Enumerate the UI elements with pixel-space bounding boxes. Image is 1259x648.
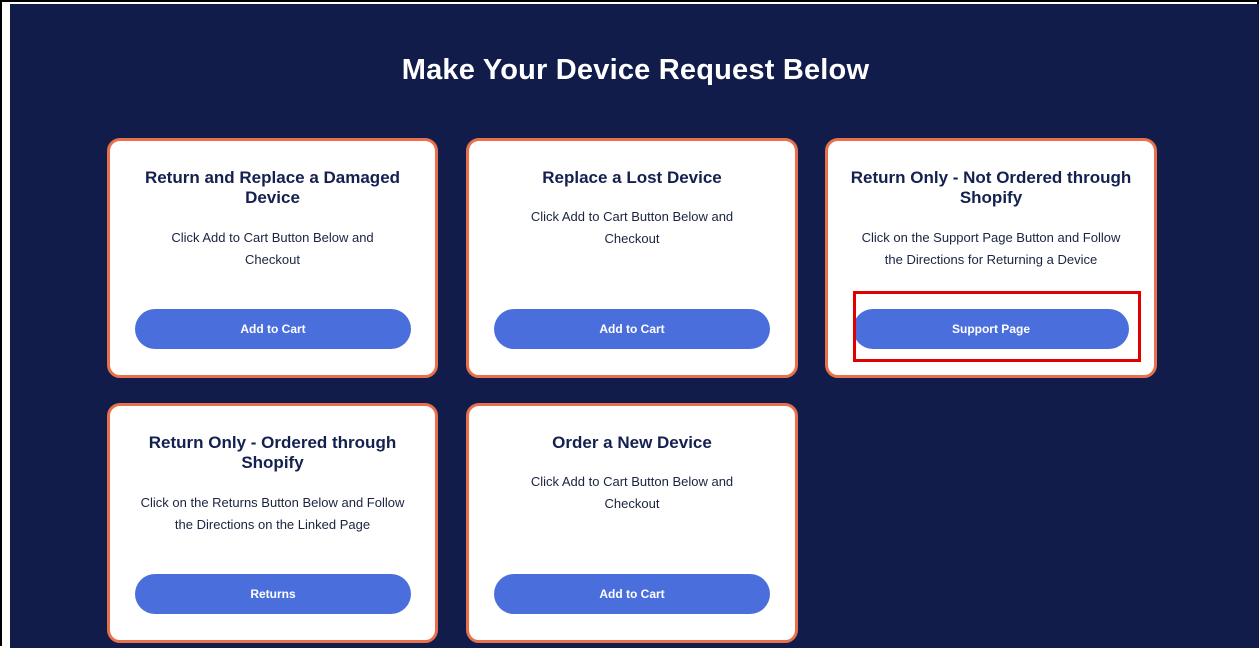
add-to-cart-button[interactable]: Add to Cart [494, 309, 770, 349]
card-description: Click Add to Cart Button Below and Check… [171, 230, 374, 267]
add-to-cart-button[interactable]: Add to Cart [135, 309, 411, 349]
card-title: Return Only - Ordered through Shopify [148, 433, 397, 472]
card-description: Click Add to Cart Button Below and Check… [530, 474, 734, 511]
page-title: Make Your Device Request Below [401, 54, 870, 86]
card-title: Return Only - Not Ordered through Shopif… [850, 168, 1132, 207]
card-description: Click on the Support Page Button and Fol… [861, 230, 1121, 267]
card-description: Click Add to Cart Button Below and Check… [530, 209, 734, 246]
card-title: Return and Replace a Damaged Device [144, 168, 401, 207]
card-return-shopify: Return Only - Ordered through Shopify Cl… [107, 403, 438, 643]
returns-button[interactable]: Returns [135, 574, 411, 614]
card-replace-lost: Replace a Lost Device Click Add to Cart … [466, 138, 798, 378]
screenshot-frame: Make Your Device Request Below Return an… [0, 0, 1259, 648]
card-return-replace-damaged: Return and Replace a Damaged Device Clic… [107, 138, 438, 378]
card-title: Order a New Device [552, 433, 712, 452]
highlight-box [853, 291, 1141, 362]
card-title: Replace a Lost Device [542, 168, 722, 187]
card-description: Click on the Returns Button Below and Fo… [140, 495, 405, 532]
add-to-cart-button[interactable]: Add to Cart [494, 574, 770, 614]
request-section: Make Your Device Request Below Return an… [10, 4, 1259, 648]
card-order-new-device: Order a New Device Click Add to Cart But… [466, 403, 798, 643]
